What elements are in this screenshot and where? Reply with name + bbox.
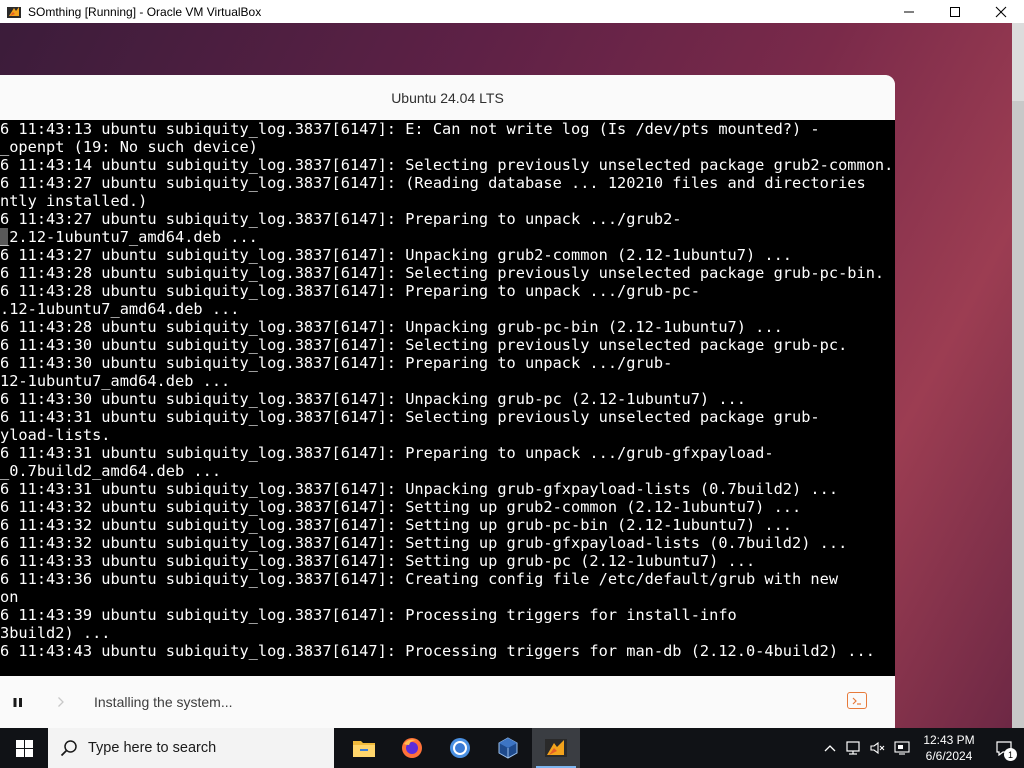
installer-title: Ubuntu 24.04 LTS xyxy=(0,75,895,120)
ubuntu-installer-window: Ubuntu 24.04 LTS 6 11:43:13 ubuntu subiq… xyxy=(0,75,895,728)
taskbar-vm-window[interactable] xyxy=(532,728,580,768)
terminal-line: 6 11:43:13 ubuntu subiquity_log.3837[614… xyxy=(0,120,820,138)
terminal-line: 6 11:43:27 ubuntu subiquity_log.3837[614… xyxy=(0,246,793,264)
vm-scrollbar-thumb[interactable] xyxy=(1012,101,1024,728)
chevron-up-icon xyxy=(824,745,836,752)
chrome-icon xyxy=(450,738,470,758)
terminal-line: 6 11:43:30 ubuntu subiquity_log.3837[614… xyxy=(0,354,673,372)
terminal-line: 6 11:43:31 ubuntu subiquity_log.3837[614… xyxy=(0,408,820,426)
terminal-line: 6 11:43:33 ubuntu subiquity_log.3837[614… xyxy=(0,552,756,570)
network-icon xyxy=(846,741,860,755)
chevron-right-icon xyxy=(58,697,64,707)
network-tray-button[interactable] xyxy=(842,728,866,768)
volume-tray-button[interactable] xyxy=(866,728,890,768)
taskbar-search-box[interactable]: Type here to search xyxy=(48,728,334,768)
terminal-line: _0.7build2_amd64.deb ... xyxy=(0,462,222,480)
close-icon xyxy=(995,6,1007,17)
display-icon xyxy=(894,741,910,755)
window-controls xyxy=(886,0,1024,23)
terminal-line: .12-1ubuntu7_amd64.deb ... xyxy=(0,300,240,318)
notification-count-badge: 1 xyxy=(1004,748,1017,761)
virtualbox-app-icon xyxy=(6,4,22,20)
terminal-line: 6 11:43:32 ubuntu subiquity_log.3837[614… xyxy=(0,498,802,516)
terminal-line: 6 11:43:14 ubuntu subiquity_log.3837[614… xyxy=(0,156,894,174)
minimize-button[interactable] xyxy=(886,0,932,23)
terminal-line: 6 11:43:43 ubuntu subiquity_log.3837[614… xyxy=(0,642,875,660)
terminal-line: 6 11:43:36 ubuntu subiquity_log.3837[614… xyxy=(0,570,839,588)
terminal-line: 3build2) ... xyxy=(0,624,111,642)
taskbar-firefox[interactable] xyxy=(388,728,436,768)
vbox-titlebar: SOmthing [Running] - Oracle VM VirtualBo… xyxy=(0,0,1024,23)
vm-scrollbar[interactable] xyxy=(1012,23,1024,728)
terminal-line: _2.12-1ubuntu7_amd64.deb ... xyxy=(0,228,258,246)
terminal-line: 6 11:43:28 ubuntu subiquity_log.3837[614… xyxy=(0,318,783,336)
installer-log-terminal[interactable]: 6 11:43:13 ubuntu subiquity_log.3837[614… xyxy=(0,120,895,676)
show-hidden-icons-button[interactable] xyxy=(818,728,842,768)
terminal-line: 6 11:43:31 ubuntu subiquity_log.3837[614… xyxy=(0,444,774,462)
terminal-line: 6 11:43:28 ubuntu subiquity_log.3837[614… xyxy=(0,264,885,282)
terminal-line: yload-lists. xyxy=(0,426,111,444)
forward-button[interactable] xyxy=(54,692,68,712)
terminal-line: _openpt (19: No such device) xyxy=(0,138,258,156)
taskbar-file-explorer[interactable] xyxy=(340,728,388,768)
terminal-line: 6 11:43:32 ubuntu subiquity_log.3837[614… xyxy=(0,534,848,552)
action-center-button[interactable]: 1 xyxy=(984,728,1024,768)
terminal-line: 6 11:43:30 ubuntu subiquity_log.3837[614… xyxy=(0,336,848,354)
terminal-output: 6 11:43:13 ubuntu subiquity_log.3837[614… xyxy=(0,120,893,660)
taskbar-virtualbox[interactable] xyxy=(484,728,532,768)
taskbar-chrome[interactable] xyxy=(436,728,484,768)
terminal-line: on xyxy=(0,588,19,606)
pause-button[interactable] xyxy=(8,692,28,712)
terminal-line: 12-1ubuntu7_amd64.deb ... xyxy=(0,372,231,390)
terminal-line: ntly installed.) xyxy=(0,192,148,210)
close-button[interactable] xyxy=(978,0,1024,23)
text-cursor xyxy=(0,228,8,246)
folder-icon xyxy=(353,741,375,757)
search-placeholder: Type here to search xyxy=(88,740,217,756)
volume-muted-icon xyxy=(870,741,885,755)
search-icon xyxy=(60,739,78,757)
clock-time: 12:43 PM xyxy=(923,733,975,747)
terminal-toggle-button[interactable] xyxy=(847,692,867,709)
virtualbox-icon xyxy=(498,737,518,759)
pause-icon xyxy=(13,698,22,707)
taskbar-apps xyxy=(340,728,580,768)
window-title: SOmthing [Running] - Oracle VM VirtualBo… xyxy=(28,4,262,19)
clock-date: 6/6/2024 xyxy=(925,749,973,763)
terminal-line: 6 11:43:31 ubuntu subiquity_log.3837[614… xyxy=(0,480,839,498)
terminal-line: 6 11:43:28 ubuntu subiquity_log.3837[614… xyxy=(0,282,700,300)
terminal-line: 6 11:43:39 ubuntu subiquity_log.3837[614… xyxy=(0,606,737,624)
vm-display[interactable]: Ubuntu 24.04 LTS 6 11:43:13 ubuntu subiq… xyxy=(0,23,1024,728)
maximize-icon xyxy=(950,6,960,17)
maximize-button[interactable] xyxy=(932,0,978,23)
terminal-icon xyxy=(852,697,861,705)
windows-logo-icon xyxy=(15,739,33,757)
vm-window-icon xyxy=(545,739,567,757)
terminal-line: 6 11:43:27 ubuntu subiquity_log.3837[614… xyxy=(0,210,682,228)
terminal-line: 6 11:43:30 ubuntu subiquity_log.3837[614… xyxy=(0,390,746,408)
minimize-icon xyxy=(904,11,914,12)
firefox-icon xyxy=(402,738,422,758)
taskbar-clock[interactable]: 12:43 PM 6/6/2024 xyxy=(914,728,984,768)
display-tray-button[interactable] xyxy=(890,728,914,768)
terminal-line: 6 11:43:27 ubuntu subiquity_log.3837[614… xyxy=(0,174,866,192)
start-button[interactable] xyxy=(0,728,48,768)
install-status-text: Installing the system... xyxy=(94,694,233,710)
windows-taskbar: Type here to search 12:43 PM 6/6/2024 1 xyxy=(0,728,1024,768)
installer-footer: Installing the system... xyxy=(0,676,895,728)
terminal-line: 6 11:43:32 ubuntu subiquity_log.3837[614… xyxy=(0,516,793,534)
system-tray: 12:43 PM 6/6/2024 1 xyxy=(818,728,1024,768)
